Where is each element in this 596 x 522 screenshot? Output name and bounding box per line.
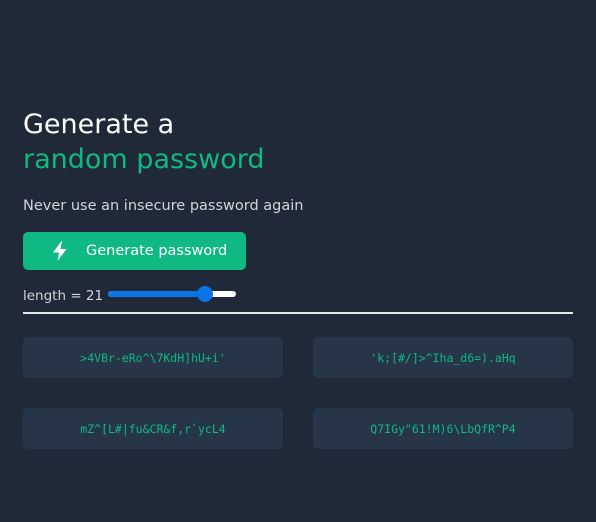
password-generator: Generate a random password Never use an … — [23, 108, 573, 449]
length-label: length = 21 — [23, 288, 104, 304]
page-title: Generate a — [23, 109, 175, 140]
password-card-2[interactable]: 'k;[#/]>^Iha_d6=).aHq — [313, 337, 573, 378]
length-slider[interactable] — [108, 286, 237, 302]
password-grid: >4VBr-eRo^\7KdH]hU+i' 'k;[#/]>^Iha_d6=).… — [23, 337, 573, 449]
password-card-3[interactable]: mZ^[L#|fu&CR&f,r`ycL4 — [23, 408, 283, 449]
divider — [23, 312, 573, 314]
lightning-bolt-icon — [51, 241, 69, 261]
slider-fill — [108, 291, 206, 297]
page-subtitle: Never use an insecure password again — [23, 198, 304, 214]
page-title-highlight: random password — [23, 144, 265, 175]
generate-password-button[interactable]: Generate password — [23, 232, 246, 270]
generate-password-label: Generate password — [86, 243, 228, 259]
password-card-1[interactable]: >4VBr-eRo^\7KdH]hU+i' — [23, 337, 283, 378]
password-card-4[interactable]: Q7IGy"61!M)6\LbQfR^P4 — [313, 408, 573, 449]
slider-thumb[interactable] — [197, 286, 214, 302]
length-control: length = 21 — [23, 284, 573, 308]
